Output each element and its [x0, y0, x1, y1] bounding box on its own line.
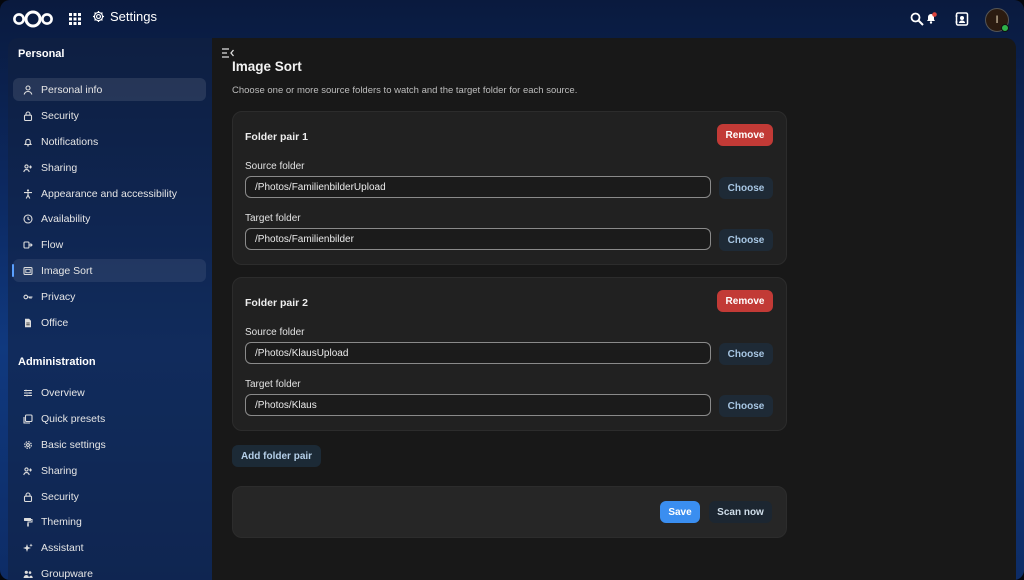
source-folder-label: Source folder — [245, 327, 305, 338]
sidebar-item-label: Privacy — [41, 290, 76, 303]
accessibility-icon — [24, 188, 32, 199]
lock-icon — [23, 491, 33, 502]
sidebar-item-label: Theming — [41, 515, 82, 528]
sidebar-item-office[interactable]: Office — [13, 311, 206, 334]
document-icon — [25, 318, 31, 327]
top-header: Settings I — [0, 0, 1024, 38]
sidebar-item-label: Appearance and accessibility — [41, 187, 177, 200]
sidebar-item-label: Image Sort — [41, 264, 93, 277]
sidebar-item-label: Security — [41, 109, 79, 122]
sidebar-caption-personal: Personal — [18, 48, 65, 60]
app-window: Settings I Personal Personal info Securi… — [0, 0, 1024, 580]
sidebar-item-label: Security — [41, 490, 79, 503]
sidebar-item-label: Personal info — [41, 83, 103, 96]
clock-icon — [23, 213, 33, 224]
target-folder-input[interactable]: /Photos/Familienbilder — [245, 228, 711, 250]
sidebar-item-flow[interactable]: Flow — [13, 233, 206, 256]
presets-icon — [23, 413, 33, 424]
remove-pair-button[interactable]: Remove — [717, 290, 773, 312]
choose-source-button[interactable]: Choose — [719, 177, 773, 199]
sidebar-item-personal-info[interactable]: Personal info — [13, 78, 206, 101]
sidebar-item-sharing[interactable]: Sharing — [13, 156, 206, 179]
sidebar-item-appearance[interactable]: Appearance and accessibility — [13, 182, 206, 205]
avatar-initial: I — [995, 14, 999, 26]
sidebar-item-label: Overview — [41, 386, 85, 399]
lock-icon — [23, 110, 33, 121]
settings-sidebar: Personal Personal info Security Notifica… — [8, 38, 212, 580]
sidebar-item-label: Quick presets — [41, 412, 106, 425]
sidebar-item-theming[interactable]: Theming — [13, 510, 206, 533]
sidebar-item-privacy[interactable]: Privacy — [13, 285, 206, 308]
user-icon — [23, 84, 33, 95]
user-avatar[interactable]: I — [985, 8, 1009, 32]
image-sort-icon — [23, 266, 33, 275]
folder-pair-card-1: Folder pair 1 Remove Source folder /Phot… — [232, 111, 787, 265]
contacts-icon[interactable] — [954, 11, 970, 27]
choose-target-button[interactable]: Choose — [719, 395, 773, 417]
folder-pair-title: Folder pair 2 — [245, 297, 309, 309]
sidebar-item-label: Office — [41, 316, 69, 329]
source-folder-input[interactable]: /Photos/FamilienbilderUpload — [245, 176, 711, 198]
sidebar-item-notifications[interactable]: Notifications — [13, 130, 206, 153]
sidebar-item-label: Basic settings — [41, 438, 106, 451]
key-icon — [23, 294, 33, 299]
page-title: Image Sort — [232, 59, 302, 74]
gear-icon — [92, 10, 105, 23]
sidebar-item-admin-sharing[interactable]: Sharing — [13, 459, 206, 482]
page-description: Choose one or more source folders to wat… — [232, 85, 578, 96]
target-folder-label: Target folder — [245, 213, 301, 224]
overview-icon — [24, 389, 32, 396]
add-folder-pair-button[interactable]: Add folder pair — [232, 445, 321, 467]
target-folder-input[interactable]: /Photos/Klaus — [245, 394, 711, 416]
source-folder-input[interactable]: /Photos/KlausUpload — [245, 342, 711, 364]
notifications-icon[interactable] — [924, 11, 938, 25]
share-icon — [23, 466, 32, 475]
share-icon — [23, 163, 32, 172]
sidebar-item-label: Flow — [41, 238, 64, 251]
sidebar-item-label: Availability — [41, 212, 91, 225]
sidebar-item-admin-security[interactable]: Security — [13, 485, 206, 508]
sidebar-item-overview[interactable]: Overview — [13, 381, 206, 404]
sparkle-icon — [23, 543, 33, 552]
nextcloud-logo[interactable] — [12, 10, 54, 28]
sidebar-caption-administration: Administration — [18, 356, 96, 368]
app-title: Settings — [110, 9, 157, 24]
paint-roller-icon — [24, 517, 33, 526]
sidebar-toggle-icon[interactable] — [221, 47, 235, 59]
target-folder-label: Target folder — [245, 379, 301, 390]
gear-icon — [24, 440, 32, 449]
sidebar-item-label: Groupware — [41, 567, 93, 580]
source-folder-label: Source folder — [245, 161, 305, 172]
sidebar-item-label: Notifications — [41, 135, 99, 148]
app-menu-icon[interactable] — [68, 12, 82, 26]
sidebar-item-security[interactable]: Security — [13, 104, 206, 127]
main-content: Image Sort Choose one or more source fol… — [212, 38, 1016, 580]
sidebar-item-image-sort[interactable]: Image Sort — [12, 259, 206, 282]
sidebar-item-groupware[interactable]: Groupware — [13, 562, 206, 580]
sidebar-item-assistant[interactable]: Assistant — [13, 536, 206, 559]
choose-target-button[interactable]: Choose — [719, 229, 773, 251]
sidebar-item-quick-presets[interactable]: Quick presets — [13, 407, 206, 430]
choose-source-button[interactable]: Choose — [719, 343, 773, 365]
flow-icon — [23, 240, 33, 249]
scan-now-button[interactable]: Scan now — [709, 501, 772, 523]
sidebar-item-label: Sharing — [41, 161, 78, 174]
actions-bar: Save Scan now — [232, 486, 787, 538]
online-status-dot — [1001, 24, 1009, 32]
sidebar-item-label: Sharing — [41, 464, 78, 477]
folder-pair-card-2: Folder pair 2 Remove Source folder /Phot… — [232, 277, 787, 431]
sidebar-item-label: Assistant — [41, 541, 84, 554]
search-icon[interactable] — [910, 12, 924, 26]
bell-icon — [23, 138, 33, 147]
remove-pair-button[interactable]: Remove — [717, 124, 773, 146]
save-button[interactable]: Save — [660, 501, 700, 523]
folder-pair-title: Folder pair 1 — [245, 131, 309, 143]
group-icon — [23, 570, 33, 578]
sidebar-item-basic-settings[interactable]: Basic settings — [13, 433, 206, 456]
settings-nav-link[interactable]: Settings — [92, 9, 157, 24]
sidebar-item-availability[interactable]: Availability — [13, 207, 206, 230]
